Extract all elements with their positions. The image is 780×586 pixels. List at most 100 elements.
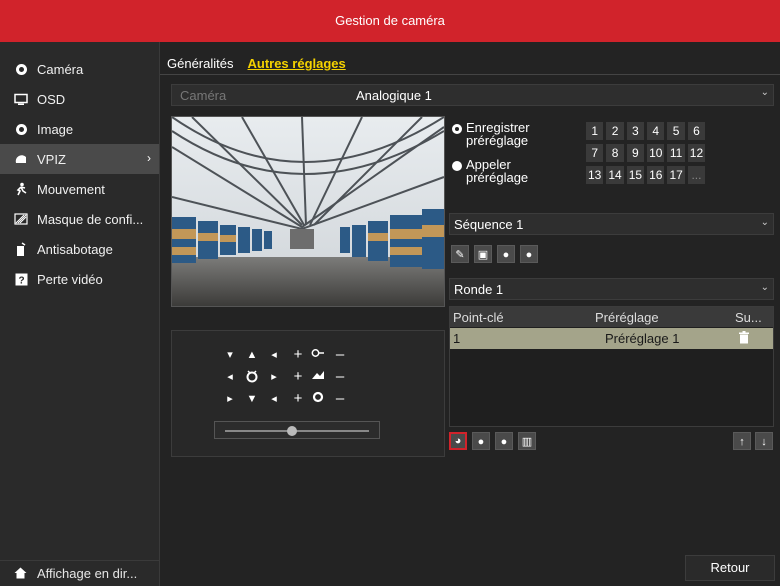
video-loss-icon: ? [14,272,28,286]
preset-number[interactable]: 10 [647,144,665,162]
play-icon[interactable]: ● [472,432,490,450]
sidebar-item-label: VPIZ [37,151,66,167]
preset-number[interactable]: 3 [626,122,645,140]
sidebar-item-osd[interactable]: OSD [0,84,159,114]
speed-slider[interactable] [214,421,380,439]
focus-near-button[interactable]: + [290,369,306,385]
pan-up-button[interactable]: ▲ [244,347,260,363]
table-row[interactable]: 1 Préréglage 1 [450,328,773,349]
ronde-select[interactable]: Ronde 1 ⌄ [449,278,774,300]
home-icon [14,567,28,581]
image-icon [14,122,28,136]
preset-number[interactable]: 2 [606,122,624,140]
save-icon[interactable]: ▣ [474,245,492,263]
save-preset-option[interactable]: Enregistrer préréglage [452,121,556,147]
pan-right-button[interactable]: ▸ [266,369,282,385]
preset-number[interactable]: 9 [626,144,645,162]
sidebar-item-camera[interactable]: Caméra [0,54,159,84]
pan-left-button[interactable]: ◂ [222,369,238,385]
motion-icon [14,182,28,196]
preset-more-button[interactable]: ... [687,166,706,184]
sidebar-item-tamper[interactable]: Antisabotage [0,234,159,264]
pan-down-left-button[interactable]: ▸ [222,391,238,407]
edit-icon[interactable]: ✎ [451,245,469,263]
live-view-button[interactable]: Affichage en dir... [0,560,159,586]
preset-number[interactable]: 8 [606,144,624,162]
camera-select[interactable]: Caméra Analogique 1 ⌄ [171,84,774,106]
privacy-mask-icon [14,212,28,226]
trash-icon[interactable] [739,331,749,344]
tab-general[interactable]: Généralités [167,56,233,76]
zoom-icon [310,347,326,363]
pan-down-right-button[interactable]: ◂ [266,391,282,407]
radio-button-selected[interactable] [452,124,462,134]
camera-preview [171,116,445,307]
sidebar-item-motion[interactable]: Mouvement [0,174,159,204]
slider-track [225,430,369,432]
call-preset-label: Appeler préréglage [466,157,529,185]
tamper-icon [14,242,28,256]
sidebar-item-label: Caméra [37,61,84,77]
sidebar-item-label: Perte vidéo [37,271,103,287]
iris-open-button[interactable]: + [290,391,306,407]
cell-preset: Préréglage 1 [605,331,680,346]
sidebar-item-label: Mouvement [37,181,105,197]
sidebar: Caméra OSD Image VPIZ › Mouvement Masque… [0,42,160,586]
sequence-select[interactable]: Séquence 1 ⌄ [449,213,774,235]
chevron-down-icon: ⌄ [760,87,769,98]
table-header: Point-clé Préréglage Su... [450,307,773,327]
set-keypoint-icon[interactable]: ◕ [449,432,467,450]
iris-close-button[interactable]: – [332,391,348,407]
sidebar-item-image[interactable]: Image [0,114,159,144]
zoom-in-button[interactable]: + [290,347,306,363]
auto-pan-button[interactable] [244,369,260,385]
preset-number[interactable]: 15 [626,166,645,184]
camera-icon [14,62,28,76]
back-button[interactable]: Retour [685,555,775,581]
zoom-out-button[interactable]: – [332,347,348,363]
preset-number[interactable]: 12 [687,144,706,162]
preset-number[interactable]: 14 [606,166,624,184]
preset-number[interactable]: 11 [667,144,685,162]
reorder-toolbar: ↑ ↓ [733,432,773,450]
main-panel: Généralités Autres réglages Caméra Analo… [160,42,780,586]
preset-number[interactable]: 1 [586,122,604,140]
preset-number-grid: 1 2 3 4 5 6 7 8 9 10 11 12 13 14 15 16 1… [586,122,706,184]
stop-icon[interactable]: ● [495,432,513,450]
tab-other-settings[interactable]: Autres réglages [247,56,345,76]
preset-number[interactable]: 6 [687,122,706,140]
sidebar-item-label: Masque de confi... [37,211,144,227]
call-preset-option[interactable]: Appeler préréglage [452,158,546,184]
delete-all-icon[interactable]: ▥ [518,432,536,450]
ronde-value: Ronde 1 [454,282,504,297]
chevron-down-icon: ⌄ [760,282,769,293]
iris-icon [310,391,326,407]
window-title: Gestion de caméra [0,0,780,42]
preset-number[interactable]: 17 [667,166,685,184]
sidebar-item-label: Image [37,121,74,137]
slider-handle[interactable] [287,426,297,436]
sequence-toolbar: ✎ ▣ ● ● [451,245,538,263]
preset-number[interactable]: 13 [586,166,604,184]
arrow-down-icon[interactable]: ↓ [755,432,773,450]
ptz-control-panel: ▾ ▲ ◂ + – ◂ ▸ + – ▸ ▼ ◂ + – [171,330,445,457]
play-icon[interactable]: ● [497,245,515,263]
sidebar-item-video-loss[interactable]: ? Perte vidéo [0,264,159,294]
preset-number[interactable]: 16 [647,166,665,184]
column-header-delete: Su... [735,310,762,325]
stop-icon[interactable]: ● [520,245,538,263]
pan-up-left-button[interactable]: ▾ [222,347,238,363]
preset-number[interactable]: 7 [586,144,604,162]
column-header-keypoint: Point-clé [453,310,504,325]
pan-down-button[interactable]: ▼ [244,391,260,407]
sequence-value: Séquence 1 [454,217,524,232]
preset-number[interactable]: 5 [667,122,685,140]
preset-number[interactable]: 4 [647,122,665,140]
radio-button[interactable] [452,161,462,171]
chevron-down-icon: ⌄ [760,217,769,228]
sidebar-item-vpiz[interactable]: VPIZ › [0,144,159,174]
sidebar-item-privacy-mask[interactable]: Masque de confi... [0,204,159,234]
focus-far-button[interactable]: – [332,369,348,385]
pan-up-right-button[interactable]: ◂ [266,347,282,363]
arrow-up-icon[interactable]: ↑ [733,432,751,450]
